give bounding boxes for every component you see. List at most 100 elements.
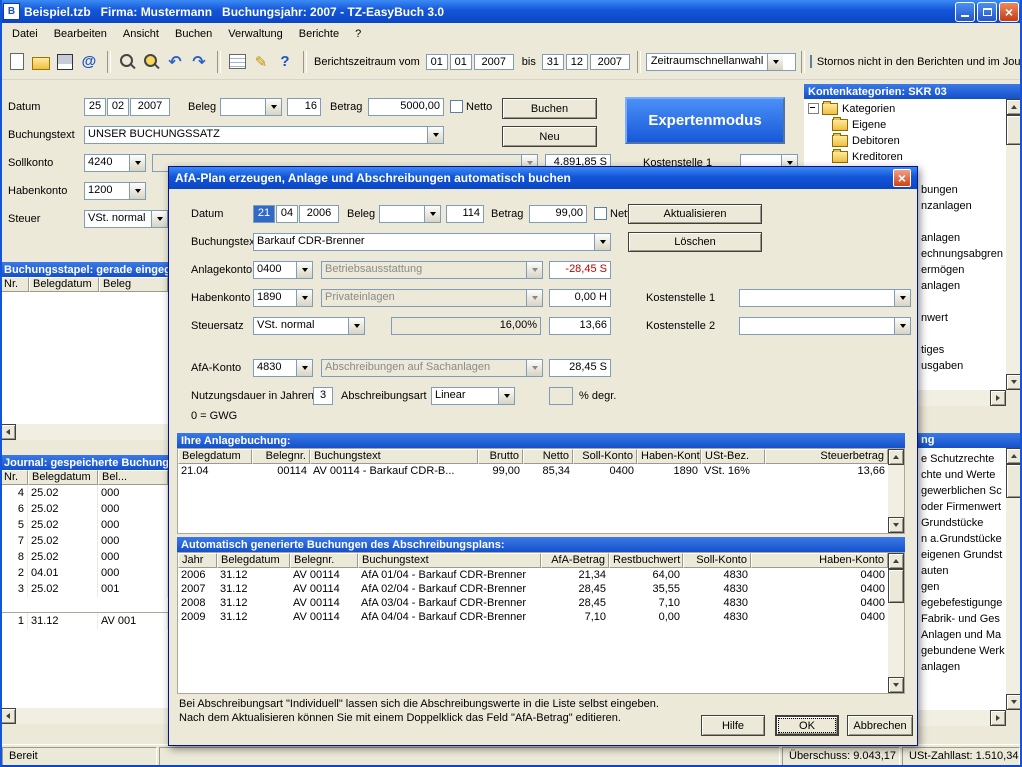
date-year-field[interactable]: 2007	[130, 98, 170, 116]
column-header[interactable]: Netto	[523, 449, 573, 464]
table-row[interactable]: 21.0400114AV 00114 - Barkauf CDR-B...99,…	[178, 464, 888, 478]
steuer-combo[interactable]: VSt. normal	[84, 210, 168, 228]
habenkonto-combo[interactable]: 1200	[84, 182, 146, 200]
account-item-fragment[interactable]: Fabrik- und Ges	[921, 611, 1005, 627]
loeschen-button[interactable]: Löschen	[628, 232, 762, 252]
account-item-fragment[interactable]: e Schutzrechte	[921, 451, 1005, 467]
column-header[interactable]: Soll-Konto	[573, 449, 637, 464]
tree-item-fragment[interactable]: tiges	[921, 342, 1003, 358]
steuersatz-combo[interactable]: VSt. normal	[253, 317, 365, 335]
column-header[interactable]: Buchungstext	[358, 553, 541, 568]
column-header[interactable]: Belegdatum	[28, 470, 98, 485]
column-header[interactable]: Bel...	[98, 470, 168, 485]
column-header[interactable]: Nr.	[0, 277, 29, 292]
email-icon[interactable]	[78, 51, 100, 73]
column-header[interactable]: Steuerbetrag	[765, 449, 888, 464]
column-header[interactable]: Restbuchwert	[609, 553, 683, 568]
close-button[interactable]	[999, 2, 1019, 22]
column-header[interactable]: USt-Bez.	[701, 449, 765, 464]
abbrechen-button[interactable]: Abbrechen	[847, 715, 913, 736]
tree-item-fragment[interactable]: usgaben	[921, 358, 1003, 374]
tree-collapse-icon[interactable]	[808, 103, 819, 114]
beleg-number-field[interactable]: 114	[446, 205, 484, 223]
dropdown-arrow-icon[interactable]	[296, 290, 312, 306]
table-row[interactable]: 725.02000	[0, 533, 168, 549]
dropdown-arrow-icon[interactable]	[129, 183, 145, 199]
open-file-icon[interactable]	[30, 51, 52, 73]
tree-item-fragment[interactable]	[921, 214, 1003, 230]
tree-item-fragment[interactable]: bungen	[921, 182, 1003, 198]
scroll-track[interactable]	[888, 465, 904, 517]
dropdown-arrow-icon[interactable]	[348, 318, 364, 334]
anlagekonto-combo[interactable]: 0400	[253, 261, 313, 279]
table-row[interactable]: 204.01000	[0, 565, 168, 581]
column-header[interactable]: Soll-Konto	[683, 553, 751, 568]
buchungstext-combo[interactable]: UNSER BUCHUNGSSATZ	[84, 126, 444, 144]
menu-item[interactable]: ?	[347, 26, 369, 42]
table-row[interactable]: 131.12AV 001	[0, 613, 168, 629]
tree-item-kreditoren[interactable]: Kreditoren	[832, 149, 903, 164]
scroll-down-button[interactable]	[1006, 374, 1022, 390]
table-row[interactable]: 200931.12AV 00114AfA 04/04 - Barkauf CDR…	[178, 610, 888, 624]
redo-icon[interactable]	[188, 51, 210, 73]
date-day-field[interactable]: 25	[84, 98, 106, 116]
scroll-track[interactable]	[1006, 464, 1022, 694]
save-icon[interactable]	[54, 51, 76, 73]
account-item-fragment[interactable]: eigenen Grundst	[921, 547, 1005, 563]
period-from-year-field[interactable]: 2007	[474, 54, 514, 70]
table-row[interactable]: 825.02000	[0, 549, 168, 565]
period-quick-select-combo[interactable]: Zeitraumschnellanwahl	[646, 53, 796, 71]
column-header[interactable]: Haben-Konto	[751, 553, 888, 568]
new-file-icon[interactable]	[6, 51, 28, 73]
scroll-track[interactable]	[16, 708, 168, 724]
dropdown-arrow-icon[interactable]	[894, 290, 910, 306]
scroll-thumb[interactable]	[1006, 464, 1022, 498]
column-header[interactable]: Haben-Konto	[637, 449, 701, 464]
period-from-day-field[interactable]: 01	[426, 54, 448, 70]
tree-item-fragment[interactable]: nzanlagen	[921, 198, 1003, 214]
scroll-down-button[interactable]	[888, 517, 904, 533]
period-to-year-field[interactable]: 2007	[590, 54, 630, 70]
account-item-fragment[interactable]: auten	[921, 563, 1005, 579]
scroll-down-button[interactable]	[1006, 694, 1022, 710]
column-header[interactable]: Belegnr.	[290, 553, 358, 568]
column-header[interactable]: AfA-Betrag	[541, 553, 609, 568]
ok-button[interactable]: OK	[775, 715, 839, 736]
sollkonto-combo[interactable]: 4240	[84, 154, 146, 172]
account-item-fragment[interactable]: anlagen	[921, 659, 1005, 675]
table-row[interactable]: 200831.12AV 00114AfA 03/04 - Barkauf CDR…	[178, 596, 888, 610]
account-item-fragment[interactable]: Grundstücke	[921, 515, 1005, 531]
maximize-button[interactable]	[977, 2, 997, 22]
account-item-fragment[interactable]: gewerblichen Sc	[921, 483, 1005, 499]
neu-button[interactable]: Neu	[502, 126, 597, 147]
scroll-right-button[interactable]	[990, 390, 1006, 406]
betrag-field[interactable]: 99,00	[529, 205, 587, 223]
menu-item[interactable]: Buchen	[167, 26, 220, 42]
zoom-icon[interactable]	[140, 51, 162, 73]
period-to-month-field[interactable]: 12	[566, 54, 588, 70]
table-row[interactable]: 200631.12AV 00114AfA 01/04 - Barkauf CDR…	[178, 568, 888, 582]
column-header[interactable]: Belegnr.	[252, 449, 310, 464]
tree-item-eigene[interactable]: Eigene	[832, 117, 886, 132]
tree-item-fragment[interactable]: nwert	[921, 310, 1003, 326]
abschreibungsart-combo[interactable]: Linear	[431, 387, 515, 405]
column-header[interactable]: Beleg	[99, 277, 168, 292]
help-icon[interactable]	[274, 51, 296, 73]
column-header[interactable]: Brutto	[478, 449, 523, 464]
table-row[interactable]: 625.02000	[0, 501, 168, 517]
date-month-field[interactable]: 02	[107, 98, 129, 116]
menu-item[interactable]: Berichte	[291, 26, 347, 42]
column-header[interactable]: Buchungstext	[310, 449, 478, 464]
tree-item-fragment[interactable]: anlagen	[921, 230, 1003, 246]
account-item-fragment[interactable]: Anlagen und Ma	[921, 627, 1005, 643]
table-row[interactable]: 525.02000	[0, 517, 168, 533]
date-month-field[interactable]: 04	[276, 205, 298, 223]
account-item-fragment[interactable]: oder Firmenwert	[921, 499, 1005, 515]
dropdown-arrow-icon[interactable]	[151, 211, 167, 227]
dropdown-arrow-icon[interactable]	[427, 127, 443, 143]
netto-checkbox[interactable]	[594, 207, 607, 220]
scroll-down-button[interactable]	[888, 677, 904, 693]
tree-item-debitoren[interactable]: Debitoren	[832, 133, 900, 148]
column-header[interactable]: Nr.	[0, 470, 28, 485]
column-header[interactable]: Belegdatum	[178, 449, 252, 464]
